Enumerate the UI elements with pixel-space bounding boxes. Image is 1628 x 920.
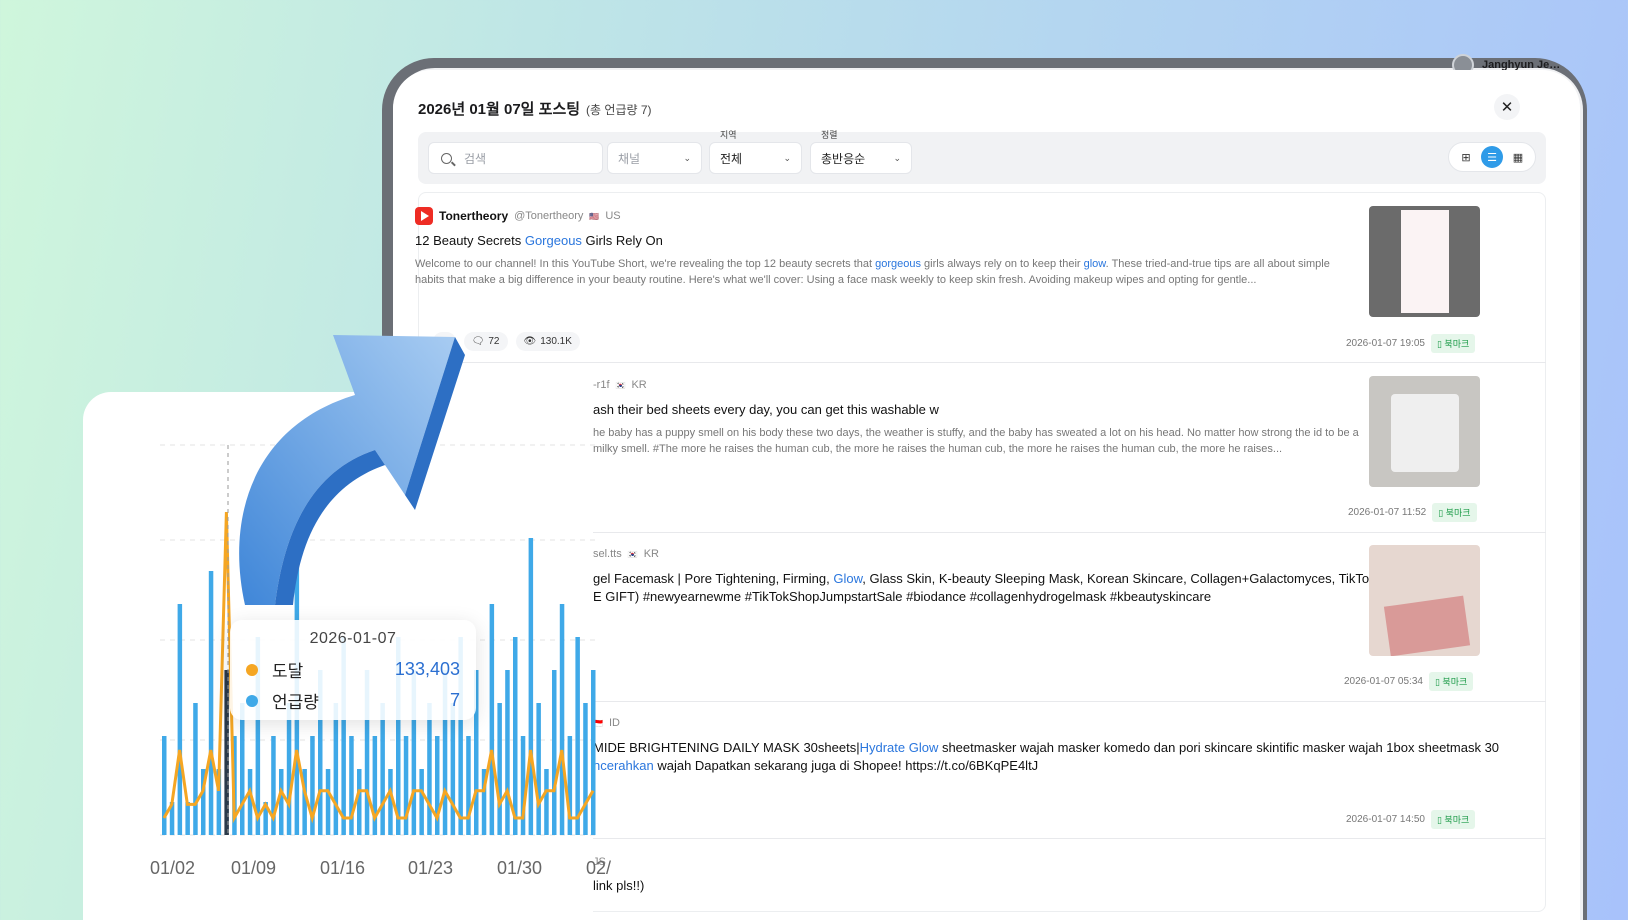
mention-bar (552, 670, 557, 835)
mention-bar (497, 703, 502, 835)
x-tick: 01/30 (497, 858, 543, 878)
mention-bar (380, 703, 385, 835)
mention-bar (567, 736, 573, 835)
mention-bar (505, 670, 510, 835)
mention-bar (427, 703, 432, 835)
x-tick: 01/23 (408, 858, 454, 878)
x-tick: 02/ (586, 858, 612, 878)
legend-dot (246, 694, 258, 707)
tooltip-label: 언급량 (272, 693, 319, 712)
x-tick: 01/09 (231, 858, 277, 878)
mention-bar (240, 703, 245, 835)
mention-bar (286, 703, 292, 835)
tooltip-row: 도달 133,403 (246, 657, 460, 682)
mention-bar (583, 703, 588, 835)
chart-tooltip: 2026-01-07 도달 133,403 언급량 7 (230, 620, 476, 720)
mention-bar (536, 703, 541, 835)
x-tick: 01/16 (320, 858, 366, 878)
mention-bar (513, 637, 518, 835)
tooltip-value: 133,403 (394, 659, 460, 679)
arrow-graphic (239, 335, 465, 605)
mention-bar (575, 637, 580, 835)
mention-bar (177, 604, 183, 835)
legend-dot (246, 663, 258, 676)
mention-bar (193, 703, 198, 835)
tooltip-value: 7 (449, 690, 460, 710)
tooltip-label: 도달 (272, 662, 304, 681)
mention-bar (162, 736, 167, 835)
mention-bar (450, 703, 456, 835)
mention-bar (466, 736, 471, 835)
mention-bar (333, 703, 339, 835)
mention-bar (185, 802, 190, 835)
mention-bar (528, 538, 534, 835)
tooltip-row: 언급량 7 (246, 688, 460, 713)
mention-bar (591, 670, 596, 835)
mention-bar (325, 769, 331, 835)
mention-bar (208, 571, 214, 835)
mention-bar (559, 604, 565, 835)
mention-bar (357, 769, 362, 835)
mention-bar (403, 736, 409, 835)
mention-bar (520, 736, 526, 835)
mention-bar (419, 769, 424, 835)
mention-bar (544, 769, 549, 835)
tooltip-date: 2026-01-07 (309, 630, 397, 647)
mention-bar (349, 736, 354, 835)
x-tick: 01/02 (150, 858, 196, 878)
mention-bar (489, 604, 495, 835)
mention-bar (279, 769, 284, 835)
